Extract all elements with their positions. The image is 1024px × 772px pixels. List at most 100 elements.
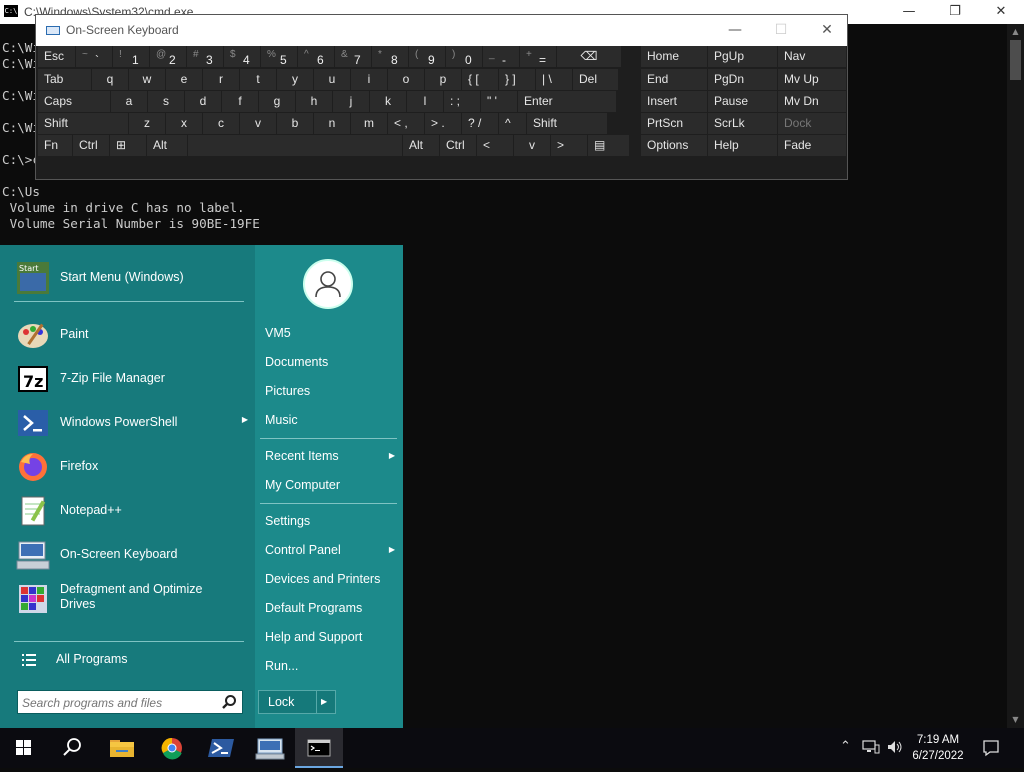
key-w[interactable]: w <box>129 69 165 90</box>
program-defrag[interactable]: Defragment and Optimize Drives <box>16 579 252 619</box>
key-5[interactable]: % 5 <box>261 46 297 67</box>
volume-icon[interactable] <box>886 739 904 759</box>
key-y[interactable]: y <box>277 69 313 90</box>
key-b[interactable]: b <box>277 113 313 134</box>
key-k[interactable]: k <box>370 91 406 112</box>
key-=[interactable]: + = <box>520 46 556 67</box>
key-`[interactable]: ~ ` <box>76 46 112 67</box>
key-" '[interactable]: " ' <box>481 91 517 112</box>
key-home[interactable]: Home <box>641 46 707 67</box>
key-dock[interactable]: Dock <box>778 113 846 134</box>
key-⊞[interactable]: ⊞ <box>110 135 146 156</box>
start-button[interactable] <box>0 728 48 768</box>
place-run[interactable]: Run... <box>265 655 397 677</box>
key-g[interactable]: g <box>259 91 295 112</box>
place-help-and-support[interactable]: Help and Support <box>265 626 397 648</box>
key-▤[interactable]: ▤ <box>588 135 629 156</box>
file-explorer-button[interactable] <box>98 728 146 768</box>
key-? /[interactable]: ? / <box>462 113 498 134</box>
program-powershell[interactable]: Windows PowerShell ▶ <box>16 403 252 443</box>
close-button[interactable]: ✕ <box>978 0 1024 24</box>
place-my-computer[interactable]: My Computer <box>265 474 397 496</box>
key-a[interactable]: a <box>111 91 147 112</box>
lock-options-arrow-icon[interactable]: ▶ <box>321 697 327 706</box>
avatar[interactable] <box>303 259 353 309</box>
key-f[interactable]: f <box>222 91 258 112</box>
place-documents[interactable]: Documents <box>265 351 397 373</box>
key-insert[interactable]: Insert <box>641 91 707 112</box>
key--[interactable]: _ - <box>483 46 519 67</box>
key-9[interactable]: (9 <box>409 46 445 67</box>
key-s[interactable]: s <box>148 91 184 112</box>
clock[interactable]: 7:19 AM 6/27/2022 <box>908 732 968 764</box>
lock-button[interactable]: Lock ▶ <box>258 690 336 714</box>
program-start-menu[interactable]: Start Start Menu (Windows) <box>16 258 252 298</box>
key-> .[interactable]: > . <box>425 113 461 134</box>
key-scrlk[interactable]: ScrLk <box>708 113 777 134</box>
place-pictures[interactable]: Pictures <box>265 380 397 402</box>
key-{ [[interactable]: { [ <box>462 69 498 90</box>
key-Enter[interactable]: Enter <box>518 91 616 112</box>
key-: ;[interactable]: : ; <box>444 91 480 112</box>
search-icon[interactable] <box>221 694 237 710</box>
chevron-up-icon[interactable]: ⌃ <box>840 739 851 754</box>
key-u[interactable]: u <box>314 69 350 90</box>
place-control-panel[interactable]: Control Panel ▶ <box>265 539 397 561</box>
key-< ,[interactable]: < , <box>388 113 424 134</box>
key-| \[interactable]: | \ <box>536 69 572 90</box>
key-r[interactable]: r <box>203 69 239 90</box>
key-v[interactable]: v <box>240 113 276 134</box>
key-d[interactable]: d <box>185 91 221 112</box>
key-mv-dn[interactable]: Mv Dn <box>778 91 846 112</box>
key-q[interactable]: q <box>92 69 128 90</box>
program-firefox[interactable]: Firefox <box>16 447 252 487</box>
key-v[interactable]: v <box>514 135 550 156</box>
key->[interactable]: > <box>551 135 587 156</box>
osk-titlebar[interactable]: On-Screen Keyboard — ☐ ✕ <box>36 15 847 46</box>
key-3[interactable]: #3 <box>187 46 223 67</box>
key-} ][interactable]: } ] <box>499 69 535 90</box>
key-i[interactable]: i <box>351 69 387 90</box>
key-Ctrl[interactable]: Ctrl <box>440 135 476 156</box>
notifications-icon[interactable] <box>982 739 1000 761</box>
osk-maximize-button[interactable]: ☐ <box>758 15 804 46</box>
osk-taskbar-button[interactable] <box>246 728 294 768</box>
key-Ctrl[interactable]: Ctrl <box>73 135 109 156</box>
maximize-button[interactable]: ❐ <box>932 0 978 24</box>
key-options[interactable]: Options <box>641 135 707 156</box>
key-nav[interactable]: Nav <box>778 46 846 67</box>
key-x[interactable]: x <box>166 113 202 134</box>
key-1[interactable]: ! 1 <box>113 46 149 67</box>
chrome-button[interactable] <box>148 728 196 768</box>
key-Shift[interactable]: Shift <box>38 113 128 134</box>
osk-close-button[interactable]: ✕ <box>804 15 850 46</box>
minimize-button[interactable]: — <box>886 0 932 24</box>
key-n[interactable]: n <box>314 113 350 134</box>
program-paint[interactable]: Paint <box>16 315 252 355</box>
key-o[interactable]: o <box>388 69 424 90</box>
powershell-taskbar-button[interactable] <box>197 728 245 768</box>
key-c[interactable]: c <box>203 113 239 134</box>
key-z[interactable]: z <box>129 113 165 134</box>
key-end[interactable]: End <box>641 69 707 90</box>
program-7zip[interactable]: 7z 7-Zip File Manager <box>16 359 252 399</box>
key-pgdn[interactable]: PgDn <box>708 69 777 90</box>
scroll-up-icon[interactable]: ▲ <box>1007 24 1024 40</box>
key-space[interactable] <box>188 135 402 156</box>
key-mv-up[interactable]: Mv Up <box>778 69 846 90</box>
osk-minimize-button[interactable]: — <box>712 15 758 46</box>
key-Alt[interactable]: Alt <box>403 135 439 156</box>
key-fade[interactable]: Fade <box>778 135 846 156</box>
key-Caps[interactable]: Caps <box>38 91 110 112</box>
key-7[interactable]: & 7 <box>335 46 371 67</box>
key-h[interactable]: h <box>296 91 332 112</box>
scroll-down-icon[interactable]: ▼ <box>1007 712 1024 728</box>
all-programs-button[interactable]: All Programs <box>16 640 252 680</box>
key-e[interactable]: e <box>166 69 202 90</box>
cmd-scrollbar[interactable]: ▲ ▼ <box>1007 24 1024 728</box>
program-notepadpp[interactable]: Notepad++ <box>16 491 252 531</box>
place-music[interactable]: Music <box>265 409 397 431</box>
place-default-programs[interactable]: Default Programs <box>265 597 397 619</box>
place-recent-items[interactable]: Recent Items ▶ <box>265 445 397 467</box>
key-Alt[interactable]: Alt <box>147 135 187 156</box>
